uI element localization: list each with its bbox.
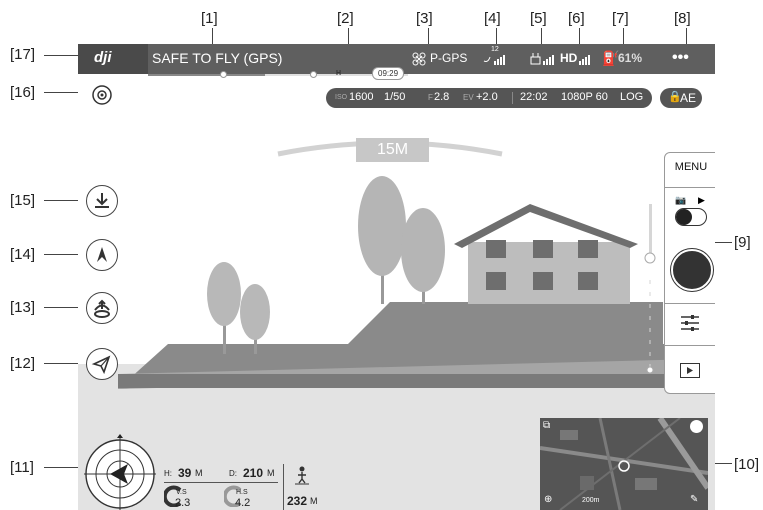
map-scale-label: 200m [582, 497, 600, 504]
toggle-knob [676, 209, 692, 225]
battery-marker-low [220, 71, 227, 78]
vs-value: 2.3 [175, 497, 191, 509]
remote-controller-signal-icon[interactable] [530, 51, 554, 72]
auto-takeoff-landing-button[interactable] [86, 185, 118, 217]
camera-settings-sliders-icon[interactable] [679, 313, 701, 338]
param-divider [512, 92, 513, 104]
battery-percent[interactable]: 61% [618, 51, 642, 65]
aperture-value: 2.8 [434, 91, 450, 103]
battery-marker-h: H [336, 70, 342, 77]
battery-icon: ⛽ [602, 50, 620, 66]
callout-8: [8] [674, 10, 691, 27]
map-imagery [540, 418, 708, 510]
callout-17: [17] [10, 46, 36, 63]
callout-5: [5] [530, 10, 547, 27]
paper-plane-icon [91, 355, 111, 375]
battery-level-bar [148, 74, 408, 76]
aperture-label: F [428, 93, 433, 102]
callout-3: [3] [416, 10, 433, 27]
flight-status-text[interactable]: SAFE TO FLY (GPS) [152, 50, 282, 66]
vs-label: V.S [176, 489, 187, 496]
photo-mode-icon: 📷 [675, 195, 687, 205]
obstacle-distance: 15M [356, 138, 429, 162]
battery-level-fill [148, 74, 265, 76]
video-mode-icon: ▶ [698, 195, 705, 205]
map-expand-icon[interactable]: ⧉ [543, 420, 550, 431]
home-distance-unit: M [310, 496, 318, 506]
panel-divider-2 [665, 303, 715, 304]
callout-6: [6] [568, 10, 585, 27]
return-to-home-button[interactable] [86, 292, 118, 324]
camera-control-panel: MENU 📷 ▶ [664, 152, 715, 394]
home-return-icon [94, 299, 110, 318]
video-link-signal-icon[interactable] [578, 51, 592, 72]
distance-value: 210 [243, 466, 264, 480]
photo-video-toggle[interactable] [675, 208, 707, 226]
callout-13: [13] [10, 299, 36, 316]
height-label: H: [164, 469, 172, 478]
dji-logo: dji [94, 49, 112, 66]
hs-label: H.S [236, 489, 248, 496]
telemetry-separator [283, 464, 284, 510]
flight-mode-text[interactable]: P-GPS [430, 51, 467, 65]
color-profile: LOG [620, 91, 644, 103]
hs-value: 4.2 [235, 497, 251, 509]
callout-10: [10] [734, 456, 760, 473]
mini-map[interactable]: ⧉ ⊕ 200m ✎ [540, 418, 708, 510]
attitude-indicator[interactable] [84, 434, 156, 510]
callout-14: [14] [10, 246, 36, 263]
battery-marker-rth [310, 71, 317, 78]
flight-telemetry: H: 39 M D: 210 M V.S 2.3 H.S 4.2 [162, 460, 282, 510]
distance-unit: M [267, 468, 275, 478]
gps-signal-icon[interactable] [482, 51, 506, 72]
callout-9: [9] [734, 234, 751, 251]
camera-view-screen: dji SAFE TO FLY (GPS) P-GPS 12 HD ⛽ 61% … [78, 44, 715, 510]
telemetry-divider [164, 482, 278, 483]
logo-area: dji [78, 44, 148, 74]
map-zoom-icon[interactable]: ⊕ [544, 494, 552, 505]
aircraft-icon [412, 52, 426, 71]
ae-label: AE [680, 91, 697, 105]
callout-12: [12] [10, 355, 36, 372]
height-value: 39 [178, 466, 192, 480]
callout-1: [1] [201, 10, 218, 27]
ae-lock-button[interactable]: 🔒 AE [660, 88, 702, 108]
callout-2: [2] [337, 10, 354, 27]
map-lock-icon[interactable] [690, 420, 703, 433]
shutter-record-button[interactable] [671, 249, 713, 291]
callout-16: [16] [10, 84, 36, 101]
camera-menu-button[interactable]: MENU [665, 161, 715, 173]
iso-label: ISO [335, 94, 348, 101]
gps-count: 12 [491, 46, 499, 53]
resolution-value: 1080P 60 [561, 91, 608, 103]
callout-11: [11] [10, 459, 34, 476]
download-arrow-icon [95, 193, 109, 208]
waypoint-flight-button[interactable] [86, 348, 118, 380]
iso-value: 1600 [349, 91, 374, 103]
vision-positioning-icon[interactable] [90, 83, 114, 107]
ev-label: EV [463, 93, 474, 102]
shutter-value: 1/50 [384, 91, 406, 103]
ev-value: +2.0 [476, 91, 498, 103]
playback-button[interactable] [680, 363, 700, 378]
height-unit: M [195, 468, 203, 478]
hd-label: HD [560, 51, 578, 65]
more-settings-button[interactable]: ••• [672, 49, 689, 67]
leader-line-1 [212, 28, 213, 44]
navigation-arrow-icon [97, 247, 107, 262]
record-time: 22:02 [520, 91, 548, 103]
distance-label: D: [229, 469, 237, 478]
home-distance-icon [294, 465, 310, 490]
callout-4: [4] [484, 10, 501, 27]
panel-divider-3 [665, 345, 715, 346]
home-distance-value: 232 [287, 494, 308, 508]
play-icon [687, 367, 693, 374]
remaining-flight-time: 09:29 [372, 67, 405, 80]
intelligent-flight-mode-button[interactable] [86, 239, 118, 271]
callout-7: [7] [612, 10, 629, 27]
map-eraser-icon[interactable]: ✎ [690, 494, 698, 505]
camera-parameters-bar[interactable]: ISO 1600 1/50 F 2.8 EV +2.0 22:02 1080P … [326, 88, 652, 108]
panel-divider [665, 187, 715, 188]
callout-15: [15] [10, 192, 36, 209]
